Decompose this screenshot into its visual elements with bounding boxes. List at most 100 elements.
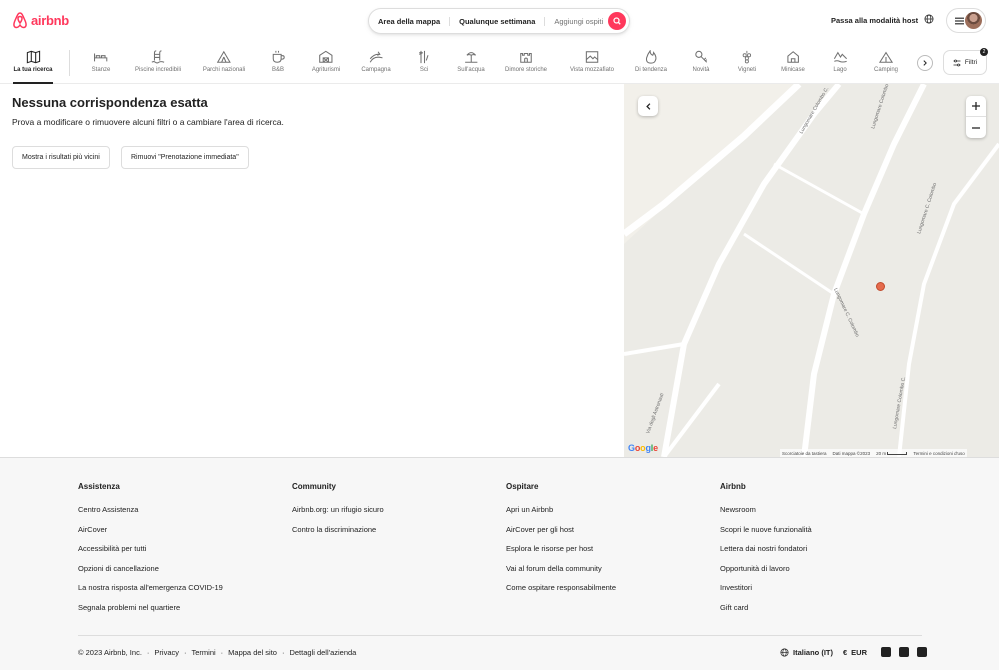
category-rooms[interactable]: Stanze — [91, 49, 111, 73]
user-menu-button[interactable] — [946, 8, 986, 33]
currency-symbol: € — [843, 647, 848, 657]
search-button[interactable] — [608, 12, 626, 30]
key-icon — [693, 49, 708, 64]
keyboard-shortcuts-link[interactable]: Scorciatoie da tastiera — [782, 451, 827, 456]
footer-link[interactable]: AirCover per gli host — [506, 525, 616, 534]
globe-icon — [780, 647, 789, 657]
airbnb-logo[interactable]: airbnb — [12, 12, 69, 29]
footer-link[interactable]: Esplora le risorse per host — [506, 544, 616, 553]
category-farms[interactable]: Agriturismi — [312, 49, 340, 73]
map-icon — [26, 49, 41, 64]
twitter-icon[interactable] — [899, 647, 910, 657]
footer-link[interactable]: AirCover — [78, 525, 223, 534]
footer-column-support: Assistenza Centro Assistenza AirCover Ac… — [78, 482, 223, 622]
street-labels: Lungomare Colombo C. Lungomare Colombo C… — [645, 84, 938, 435]
category-label: Vista mozzafiato — [570, 67, 614, 73]
active-category-underline — [13, 82, 53, 84]
show-nearby-results-button[interactable]: Mostra i risultati più vicini — [12, 146, 110, 169]
category-lake[interactable]: Lago — [833, 49, 848, 73]
footer-column-title: Airbnb — [720, 482, 746, 491]
footer-link[interactable]: Gift card — [720, 603, 812, 612]
category-national-parks[interactable]: Parchi nazionali — [203, 49, 245, 73]
pool-icon — [151, 49, 166, 64]
category-label: Campagna — [361, 67, 391, 73]
search-week[interactable]: Qualunque settimana — [449, 16, 546, 26]
street-label-4: Lungomare C. Colombo — [832, 287, 860, 338]
map-scale: 20 m — [876, 451, 908, 456]
categories-next-button[interactable] — [917, 55, 933, 71]
language-selector[interactable]: Italiano (IT) — [780, 648, 833, 657]
category-label: Agriturismi — [311, 67, 341, 73]
lake-icon — [833, 49, 848, 64]
footer-link[interactable]: Investitori — [720, 583, 812, 592]
currency-label: EUR — [851, 647, 868, 657]
category-bnb[interactable]: B&B — [271, 49, 286, 73]
collapse-map-button[interactable] — [638, 96, 658, 116]
view-icon — [584, 49, 599, 64]
company-details-link[interactable]: Dettagli dell'azienda — [289, 648, 356, 657]
footer-link[interactable]: Contro la discriminazione — [292, 525, 384, 534]
remove-instant-book-button[interactable]: Rimuovi "Prenotazione immediata" — [121, 146, 249, 169]
footer-link[interactable]: Segnala problemi nel quartiere — [78, 603, 223, 612]
footer-link[interactable]: Apri un Airbnb — [506, 505, 616, 514]
map-attribution: Scorciatoie da tastiera Dati mappa ©2023… — [780, 449, 967, 457]
footer-link[interactable]: Vai al forum della community — [506, 564, 616, 573]
category-waterfront[interactable]: Sull'acqua — [457, 49, 485, 73]
category-new[interactable]: Novità — [692, 49, 710, 73]
castle-icon — [518, 49, 533, 64]
map[interactable]: Lungomare Colombo C. Lungomare Colombo C… — [624, 84, 999, 457]
category-countryside[interactable]: Campagna — [361, 49, 391, 73]
map-terms-link[interactable]: Termini e condizioni d'uso — [913, 451, 964, 456]
category-label: Lago — [833, 67, 847, 73]
street-label-5: Lungomare Colombo C. — [892, 376, 907, 429]
search-guests[interactable]: Aggiungi ospiti — [545, 17, 612, 26]
privacy-link[interactable]: Privacy — [154, 648, 179, 657]
category-your-search[interactable]: La tua ricerca — [13, 49, 53, 73]
search-bar[interactable]: Area della mappa Qualunque settimana Agg… — [368, 8, 630, 34]
footer-link[interactable]: Lettera dai nostri fondatori — [720, 544, 812, 553]
ski-icon — [417, 49, 432, 64]
zoom-out-button[interactable] — [966, 117, 986, 138]
tiny-house-icon — [786, 49, 801, 64]
category-label: Stanze — [91, 67, 111, 73]
category-trending[interactable]: Di tendenza — [635, 49, 667, 73]
facebook-icon[interactable] — [881, 647, 892, 657]
instagram-icon[interactable] — [917, 647, 928, 657]
category-label: Minicase — [781, 67, 805, 73]
zoom-in-button[interactable] — [966, 96, 986, 117]
zoom-controls — [966, 96, 986, 138]
globe-icon[interactable] — [924, 14, 934, 26]
category-amazing-pools[interactable]: Piscine incredibili — [135, 49, 181, 73]
footer-link[interactable]: Scopri le nuove funzionalità — [720, 525, 812, 534]
footer-link[interactable]: Opzioni di cancellazione — [78, 564, 223, 573]
filters-icon — [953, 59, 961, 66]
currency-selector[interactable]: € EUR — [843, 648, 867, 657]
terms-link[interactable]: Termini — [192, 648, 216, 657]
category-tiny-homes[interactable]: Minicase — [781, 49, 805, 73]
separator-dot: · — [220, 648, 224, 657]
footer-link[interactable]: Come ospitare responsabilmente — [506, 583, 616, 592]
map-pin[interactable] — [876, 282, 885, 291]
footer-link[interactable]: Newsroom — [720, 505, 812, 514]
host-mode-link[interactable]: Passa alla modalità host — [824, 13, 925, 28]
footer-legal: © 2023 Airbnb, Inc. · Privacy · Termini … — [78, 648, 356, 657]
category-label: Di tendenza — [634, 67, 668, 73]
category-ski[interactable]: Sci — [417, 49, 432, 73]
footer-column-airbnb: Airbnb Newsroom Scopri le nuove funziona… — [720, 482, 812, 622]
category-vineyards[interactable]: Vigneti — [738, 49, 756, 73]
footer-link[interactable]: La nostra risposta all'emergenza COVID-1… — [78, 583, 223, 592]
footer-link[interactable]: Centro Assistenza — [78, 505, 223, 514]
footer-link[interactable]: Airbnb.org: un rifugio sicuro — [292, 505, 384, 514]
street-label-6: Via degli Astronauti — [645, 392, 665, 434]
category-label: Sull'acqua — [457, 67, 485, 73]
footer-link[interactable]: Accessibilità per tutti — [78, 544, 223, 553]
footer-link[interactable]: Opportunità di lavoro — [720, 564, 812, 573]
category-label: Parchi nazionali — [202, 67, 246, 73]
sitemap-link[interactable]: Mappa del sito — [228, 648, 277, 657]
search-area[interactable]: Area della mappa — [369, 17, 449, 26]
category-historic-homes[interactable]: Dimore storiche — [505, 49, 547, 73]
category-label: Piscine incredibili — [134, 67, 182, 73]
header: airbnb Area della mappa Qualunque settim… — [0, 0, 999, 42]
category-amazing-views[interactable]: Vista mozzafiato — [570, 49, 614, 73]
category-bar: La tua ricerca Stanze Piscine incredibil… — [0, 42, 999, 84]
